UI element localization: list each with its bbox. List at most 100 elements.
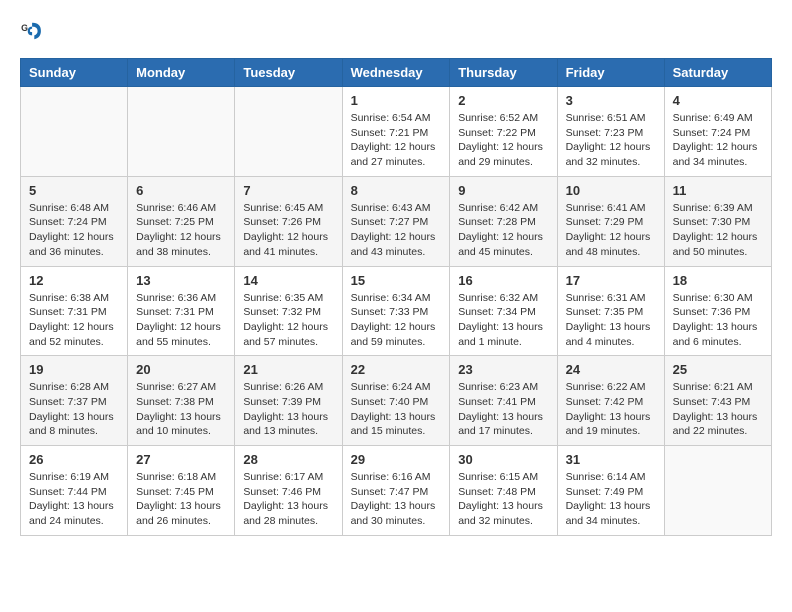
day-info: Sunrise: 6:36 AM Sunset: 7:31 PM Dayligh… [136,291,226,350]
day-info: Sunrise: 6:39 AM Sunset: 7:30 PM Dayligh… [673,201,763,260]
day-info: Sunrise: 6:32 AM Sunset: 7:34 PM Dayligh… [458,291,548,350]
day-info: Sunrise: 6:15 AM Sunset: 7:48 PM Dayligh… [458,470,548,529]
calendar-day-cell: 14 Sunrise: 6:35 AM Sunset: 7:32 PM Dayli… [235,266,342,356]
calendar-day-cell: 20 Sunrise: 6:27 AM Sunset: 7:38 PM Dayli… [128,356,235,446]
day-number: 27 [136,452,226,467]
calendar-day-cell: 25 Sunrise: 6:21 AM Sunset: 7:43 PM Dayli… [664,356,771,446]
day-number: 26 [29,452,119,467]
page-header: G [20,20,772,42]
day-info: Sunrise: 6:38 AM Sunset: 7:31 PM Dayligh… [29,291,119,350]
day-number: 21 [243,362,333,377]
day-info: Sunrise: 6:26 AM Sunset: 7:39 PM Dayligh… [243,380,333,439]
weekday-header: Friday [557,59,664,87]
day-info: Sunrise: 6:31 AM Sunset: 7:35 PM Dayligh… [566,291,656,350]
day-info: Sunrise: 6:46 AM Sunset: 7:25 PM Dayligh… [136,201,226,260]
day-number: 10 [566,183,656,198]
day-number: 4 [673,93,763,108]
day-info: Sunrise: 6:21 AM Sunset: 7:43 PM Dayligh… [673,380,763,439]
day-number: 3 [566,93,656,108]
calendar-day-cell: 4 Sunrise: 6:49 AM Sunset: 7:24 PM Daylig… [664,87,771,177]
logo-icon: G [20,20,42,42]
day-info: Sunrise: 6:24 AM Sunset: 7:40 PM Dayligh… [351,380,442,439]
calendar-day-cell: 29 Sunrise: 6:16 AM Sunset: 7:47 PM Dayli… [342,446,450,536]
day-info: Sunrise: 6:22 AM Sunset: 7:42 PM Dayligh… [566,380,656,439]
calendar-day-cell: 31 Sunrise: 6:14 AM Sunset: 7:49 PM Dayli… [557,446,664,536]
calendar-week-row: 19 Sunrise: 6:28 AM Sunset: 7:37 PM Dayli… [21,356,772,446]
calendar-day-cell [235,87,342,177]
day-number: 19 [29,362,119,377]
day-info: Sunrise: 6:51 AM Sunset: 7:23 PM Dayligh… [566,111,656,170]
day-number: 17 [566,273,656,288]
day-info: Sunrise: 6:23 AM Sunset: 7:41 PM Dayligh… [458,380,548,439]
day-number: 25 [673,362,763,377]
day-number: 9 [458,183,548,198]
day-info: Sunrise: 6:14 AM Sunset: 7:49 PM Dayligh… [566,470,656,529]
day-number: 7 [243,183,333,198]
day-number: 14 [243,273,333,288]
day-number: 15 [351,273,442,288]
day-info: Sunrise: 6:42 AM Sunset: 7:28 PM Dayligh… [458,201,548,260]
calendar-day-cell: 12 Sunrise: 6:38 AM Sunset: 7:31 PM Dayli… [21,266,128,356]
weekday-header: Thursday [450,59,557,87]
calendar-day-cell [664,446,771,536]
calendar-day-cell: 16Sunrise: 6:32 AM Sunset: 7:34 PM Dayli… [450,266,557,356]
calendar-day-cell: 24 Sunrise: 6:22 AM Sunset: 7:42 PM Dayli… [557,356,664,446]
day-info: Sunrise: 6:48 AM Sunset: 7:24 PM Dayligh… [29,201,119,260]
day-number: 20 [136,362,226,377]
day-number: 31 [566,452,656,467]
calendar-day-cell: 8Sunrise: 6:43 AM Sunset: 7:27 PM Daylig… [342,176,450,266]
day-info: Sunrise: 6:27 AM Sunset: 7:38 PM Dayligh… [136,380,226,439]
day-number: 30 [458,452,548,467]
day-number: 2 [458,93,548,108]
day-info: Sunrise: 6:54 AM Sunset: 7:21 PM Dayligh… [351,111,442,170]
calendar-day-cell: 28Sunrise: 6:17 AM Sunset: 7:46 PM Dayli… [235,446,342,536]
day-number: 23 [458,362,548,377]
calendar-day-cell: 17 Sunrise: 6:31 AM Sunset: 7:35 PM Dayli… [557,266,664,356]
weekday-header: Tuesday [235,59,342,87]
calendar-day-cell: 6 Sunrise: 6:46 AM Sunset: 7:25 PM Daylig… [128,176,235,266]
day-number: 22 [351,362,442,377]
day-info: Sunrise: 6:16 AM Sunset: 7:47 PM Dayligh… [351,470,442,529]
calendar-week-row: 1 Sunrise: 6:54 AM Sunset: 7:21 PM Daylig… [21,87,772,177]
calendar-day-cell: 19 Sunrise: 6:28 AM Sunset: 7:37 PM Dayli… [21,356,128,446]
svg-text:G: G [21,23,28,33]
calendar-day-cell: 27Sunrise: 6:18 AM Sunset: 7:45 PM Dayli… [128,446,235,536]
day-info: Sunrise: 6:35 AM Sunset: 7:32 PM Dayligh… [243,291,333,350]
day-info: Sunrise: 6:49 AM Sunset: 7:24 PM Dayligh… [673,111,763,170]
calendar-day-cell [128,87,235,177]
calendar-day-cell: 15Sunrise: 6:34 AM Sunset: 7:33 PM Dayli… [342,266,450,356]
calendar-day-cell [21,87,128,177]
day-info: Sunrise: 6:45 AM Sunset: 7:26 PM Dayligh… [243,201,333,260]
day-info: Sunrise: 6:52 AM Sunset: 7:22 PM Dayligh… [458,111,548,170]
weekday-header: Monday [128,59,235,87]
calendar-header-row: SundayMondayTuesdayWednesdayThursdayFrid… [21,59,772,87]
calendar-day-cell: 13Sunrise: 6:36 AM Sunset: 7:31 PM Dayli… [128,266,235,356]
calendar-day-cell: 1 Sunrise: 6:54 AM Sunset: 7:21 PM Daylig… [342,87,450,177]
day-info: Sunrise: 6:28 AM Sunset: 7:37 PM Dayligh… [29,380,119,439]
day-info: Sunrise: 6:19 AM Sunset: 7:44 PM Dayligh… [29,470,119,529]
weekday-header: Wednesday [342,59,450,87]
calendar-day-cell: 21 Sunrise: 6:26 AM Sunset: 7:39 PM Dayli… [235,356,342,446]
day-number: 18 [673,273,763,288]
day-number: 8 [351,183,442,198]
calendar-day-cell: 7 Sunrise: 6:45 AM Sunset: 7:26 PM Daylig… [235,176,342,266]
calendar-day-cell: 26 Sunrise: 6:19 AM Sunset: 7:44 PM Dayli… [21,446,128,536]
calendar-day-cell: 30 Sunrise: 6:15 AM Sunset: 7:48 PM Dayli… [450,446,557,536]
calendar-day-cell: 3 Sunrise: 6:51 AM Sunset: 7:23 PM Daylig… [557,87,664,177]
day-number: 28 [243,452,333,467]
day-number: 11 [673,183,763,198]
day-number: 24 [566,362,656,377]
calendar-week-row: 5Sunrise: 6:48 AM Sunset: 7:24 PM Daylig… [21,176,772,266]
calendar-day-cell: 2 Sunrise: 6:52 AM Sunset: 7:22 PM Daylig… [450,87,557,177]
weekday-header: Saturday [664,59,771,87]
calendar-day-cell: 10 Sunrise: 6:41 AM Sunset: 7:29 PM Dayli… [557,176,664,266]
day-number: 1 [351,93,442,108]
day-info: Sunrise: 6:30 AM Sunset: 7:36 PM Dayligh… [673,291,763,350]
calendar-day-cell: 18 Sunrise: 6:30 AM Sunset: 7:36 PM Dayli… [664,266,771,356]
calendar-day-cell: 23 Sunrise: 6:23 AM Sunset: 7:41 PM Dayli… [450,356,557,446]
calendar-day-cell: 9 Sunrise: 6:42 AM Sunset: 7:28 PM Daylig… [450,176,557,266]
day-number: 12 [29,273,119,288]
day-info: Sunrise: 6:41 AM Sunset: 7:29 PM Dayligh… [566,201,656,260]
day-number: 29 [351,452,442,467]
day-number: 6 [136,183,226,198]
